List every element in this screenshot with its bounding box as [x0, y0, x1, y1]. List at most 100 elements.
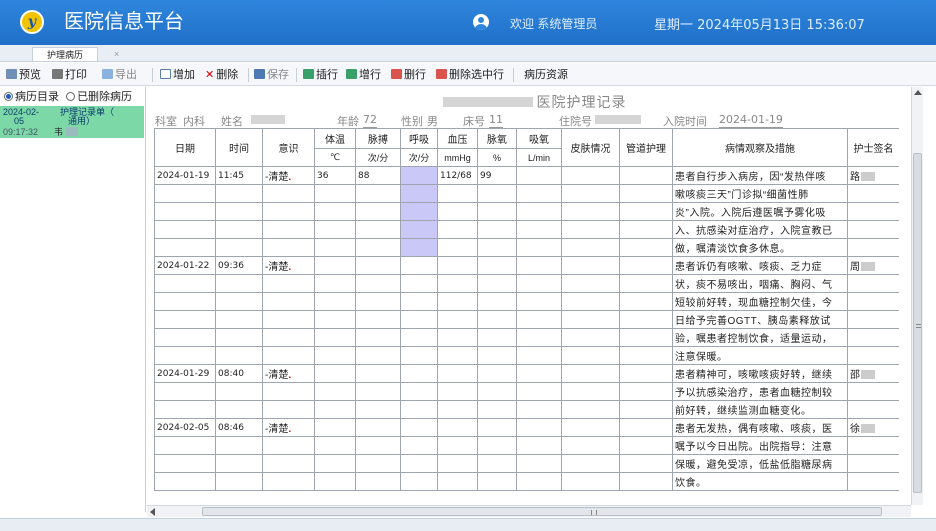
cell-pulse[interactable]: [355, 202, 401, 221]
vertical-scroll-thumb[interactable]: [913, 153, 922, 493]
cell-observation[interactable]: 注意保暖。: [672, 346, 848, 365]
cell-resp[interactable]: [400, 472, 438, 491]
cell-bp[interactable]: [437, 220, 478, 239]
cell-observation[interactable]: 入、抗感染对症治疗，入院宣教已: [672, 220, 848, 239]
cell-nurse[interactable]: [847, 436, 899, 455]
cell-skin[interactable]: [561, 328, 620, 347]
cell-pulse[interactable]: [355, 238, 401, 257]
cell-consciousness[interactable]: [262, 220, 315, 239]
cell-skin[interactable]: [561, 346, 620, 365]
cell-time[interactable]: [215, 274, 263, 293]
cell-consciousness[interactable]: -清楚.: [262, 256, 315, 275]
cell-date[interactable]: [154, 382, 216, 401]
cell-skin[interactable]: [561, 256, 620, 275]
cell-oxygen[interactable]: [516, 364, 562, 383]
cell-resp[interactable]: [400, 364, 438, 383]
cell-resp[interactable]: [400, 310, 438, 329]
tab-nursing-record[interactable]: 护理病历: [32, 47, 99, 61]
cell-pulse[interactable]: [355, 400, 401, 419]
cell-skin[interactable]: [561, 436, 620, 455]
cell-date[interactable]: [154, 310, 216, 329]
cell-consciousness[interactable]: [262, 184, 315, 203]
delete-row-button[interactable]: 删行: [391, 67, 426, 83]
cell-skin[interactable]: [561, 400, 620, 419]
cell-consciousness[interactable]: [262, 436, 315, 455]
record-list-item[interactable]: 2024-02- 护理记录单（ 05 通用） 09:17:32 韦: [0, 106, 144, 138]
radio-deleted[interactable]: [66, 92, 76, 101]
scroll-left-icon[interactable]: [150, 508, 155, 516]
cell-date[interactable]: 2024-02-05: [154, 418, 216, 437]
cell-consciousness[interactable]: [262, 328, 315, 347]
cell-oxygen[interactable]: [516, 472, 562, 491]
cell-temp[interactable]: [314, 454, 356, 473]
cell-date[interactable]: [154, 202, 216, 221]
cell-time[interactable]: 08:40: [215, 364, 263, 383]
cell-bp[interactable]: [437, 364, 478, 383]
cell-observation[interactable]: 前好转，继续监测血糖变化。: [672, 400, 848, 419]
cell-consciousness[interactable]: [262, 454, 315, 473]
cell-skin[interactable]: [561, 364, 620, 383]
insert-row-button[interactable]: 插行: [303, 67, 338, 83]
cell-observation[interactable]: 予以抗感染治疗，患者血糖控制较: [672, 382, 848, 401]
cell-observation[interactable]: 患者诉仍有咳嗽、咳痰、乏力症: [672, 256, 848, 275]
cell-temp[interactable]: [314, 436, 356, 455]
cell-bp[interactable]: 112/68: [437, 166, 478, 185]
cell-pulse[interactable]: [355, 310, 401, 329]
cell-time[interactable]: [215, 400, 263, 419]
cell-skin[interactable]: [561, 166, 620, 185]
cell-tube[interactable]: [619, 256, 673, 275]
cell-temp[interactable]: [314, 472, 356, 491]
cell-resp[interactable]: [400, 418, 438, 437]
cell-spo2[interactable]: [477, 400, 517, 419]
cell-temp[interactable]: [314, 310, 356, 329]
print-button[interactable]: 打印: [52, 67, 87, 83]
cell-skin[interactable]: [561, 202, 620, 221]
cell-consciousness[interactable]: [262, 238, 315, 257]
cell-temp[interactable]: [314, 382, 356, 401]
cell-observation[interactable]: 患者无发热，偶有咳嗽、咳痰，医: [672, 418, 848, 437]
cell-skin[interactable]: [561, 238, 620, 257]
cell-oxygen[interactable]: [516, 454, 562, 473]
cell-spo2[interactable]: [477, 184, 517, 203]
cell-bp[interactable]: [437, 382, 478, 401]
cell-consciousness[interactable]: [262, 400, 315, 419]
user-icon[interactable]: [473, 14, 489, 30]
cell-bp[interactable]: [437, 346, 478, 365]
radio-catalog[interactable]: [4, 92, 13, 101]
cell-oxygen[interactable]: [516, 346, 562, 365]
delete-selected-rows-button[interactable]: 删除选中行: [436, 67, 504, 83]
cell-tube[interactable]: [619, 364, 673, 383]
cell-nurse[interactable]: [847, 238, 899, 257]
cell-date[interactable]: [154, 274, 216, 293]
cell-observation[interactable]: 保暖，避免受凉，低盐低脂糖尿病: [672, 454, 848, 473]
cell-time[interactable]: [215, 238, 263, 257]
cell-pulse[interactable]: 88: [355, 166, 401, 185]
cell-spo2[interactable]: [477, 346, 517, 365]
cell-bp[interactable]: [437, 202, 478, 221]
cell-temp[interactable]: [314, 202, 356, 221]
cell-pulse[interactable]: [355, 292, 401, 311]
cell-pulse[interactable]: [355, 472, 401, 491]
cell-observation[interactable]: 患者自行步入病房，因“发热伴咳: [672, 166, 848, 185]
cell-date[interactable]: [154, 436, 216, 455]
cell-pulse[interactable]: [355, 220, 401, 239]
cell-date[interactable]: [154, 400, 216, 419]
cell-bp[interactable]: [437, 418, 478, 437]
history-resource-button[interactable]: 病历资源: [524, 67, 568, 83]
cell-nurse[interactable]: [847, 328, 899, 347]
cell-date[interactable]: [154, 184, 216, 203]
cell-tube[interactable]: [619, 292, 673, 311]
cell-observation[interactable]: 炎”入院。入院后遵医嘱予雾化吸: [672, 202, 848, 221]
cell-observation[interactable]: 短较前好转，现血糖控制欠佳，今: [672, 292, 848, 311]
cell-temp[interactable]: [314, 328, 356, 347]
cell-date[interactable]: [154, 220, 216, 239]
cell-tube[interactable]: [619, 220, 673, 239]
cell-temp[interactable]: [314, 292, 356, 311]
cell-resp[interactable]: [400, 400, 438, 419]
cell-tube[interactable]: [619, 418, 673, 437]
cell-time[interactable]: 11:45: [215, 166, 263, 185]
cell-temp[interactable]: [314, 400, 356, 419]
cell-spo2[interactable]: [477, 436, 517, 455]
cell-bp[interactable]: [437, 328, 478, 347]
cell-time[interactable]: [215, 220, 263, 239]
